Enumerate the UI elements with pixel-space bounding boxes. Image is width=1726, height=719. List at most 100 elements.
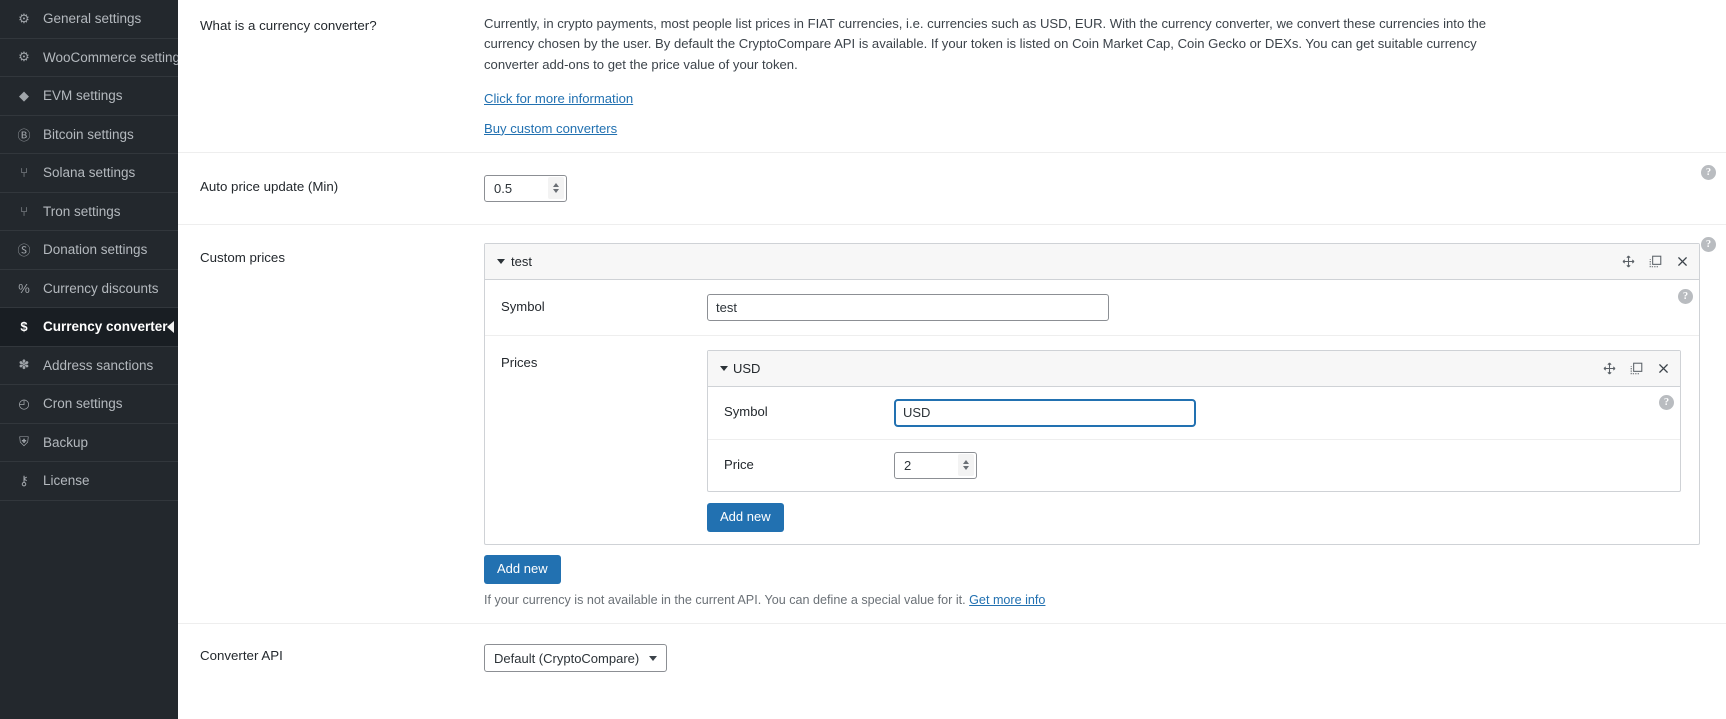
inner-row-price: Price [708, 440, 1680, 491]
converter-api-select[interactable]: Default (CryptoCompare) [484, 644, 667, 672]
inner-row-symbol: ? Symbol [708, 387, 1680, 440]
move-icon[interactable] [1622, 255, 1635, 268]
chevron-down-icon[interactable] [497, 259, 505, 264]
custom-prices-field: test [484, 243, 1726, 608]
inner-add-new-button[interactable]: Add new [707, 503, 784, 532]
row-what-is-currency-converter: What is a currency converter? Currently,… [178, 0, 1726, 152]
intro-label: What is a currency converter? [178, 14, 484, 138]
custom-price-group-test: test [484, 243, 1700, 545]
fingerprint-icon: ✽ [14, 357, 34, 373]
sidebar-item-label: Address sanctions [43, 359, 153, 373]
stepper-down-icon[interactable] [553, 189, 559, 193]
key-icon: ⚷ [14, 473, 34, 489]
click-for-more-information-link[interactable]: Click for more information [484, 91, 633, 106]
prices-label: Prices [485, 350, 707, 370]
sidebar-item-currency-discounts[interactable]: % Currency discounts [0, 270, 178, 309]
close-icon[interactable] [1676, 255, 1689, 268]
price-stepper[interactable] [894, 452, 977, 479]
sidebar-item-donation-settings[interactable]: Ⓢ Donation settings [0, 231, 178, 270]
stepper-up-icon[interactable] [553, 183, 559, 187]
auto-price-update-label: Auto price update (Min) [178, 175, 484, 202]
sidebar-item-label: License [43, 474, 90, 488]
inner-group-header[interactable]: USD [708, 351, 1680, 387]
duplicate-icon[interactable] [1649, 255, 1662, 268]
prices-field: USD [707, 350, 1699, 532]
close-icon[interactable] [1657, 362, 1670, 375]
sidebar-item-bitcoin-settings[interactable]: Ⓑ Bitcoin settings [0, 116, 178, 155]
help-icon[interactable]: ? [1701, 237, 1716, 252]
ethereum-icon: ◆ [14, 88, 34, 104]
intro-paragraph: Currently, in crypto payments, most peop… [484, 14, 1514, 75]
stepper-arrows[interactable] [958, 454, 974, 476]
sidebar-item-label: Solana settings [43, 166, 135, 180]
chevron-down-icon[interactable] [649, 656, 657, 661]
chevron-down-icon[interactable] [720, 366, 728, 371]
row-auto-price-update: ? Auto price update (Min) [178, 152, 1726, 224]
sidebar-item-label: Tron settings [43, 205, 121, 219]
stepper-arrows[interactable] [548, 177, 564, 199]
auto-price-update-input[interactable] [492, 180, 540, 197]
sidebar-item-tron-settings[interactable]: ⑂ Tron settings [0, 193, 178, 232]
sidebar-item-evm-settings[interactable]: ◆ EVM settings [0, 77, 178, 116]
group-row-symbol: ? Symbol [485, 280, 1699, 336]
sidebar-item-label: Currency discounts [43, 282, 159, 296]
sidebar-item-cron-settings[interactable]: ◴ Cron settings [0, 385, 178, 424]
sidebar-item-backup[interactable]: ⛨ Backup [0, 424, 178, 463]
sidebar-item-label: Bitcoin settings [43, 128, 134, 142]
help-icon[interactable]: ? [1701, 165, 1716, 180]
stepper-down-icon[interactable] [963, 466, 969, 470]
donation-icon: Ⓢ [14, 240, 34, 259]
symbol-label: Symbol [485, 294, 707, 314]
help-icon[interactable]: ? [1678, 289, 1693, 304]
price-input[interactable] [902, 457, 950, 474]
sidebar-item-label: Cron settings [43, 397, 123, 411]
inner-group-toolbar [1603, 351, 1670, 386]
sidebar-item-woocommerce-settings[interactable]: ⚙ WooCommerce settings [0, 39, 178, 78]
move-icon[interactable] [1603, 362, 1616, 375]
sidebar-nav: ⚙ General settings ⚙ WooCommerce setting… [0, 0, 178, 719]
group-title: test [511, 254, 532, 269]
group-header[interactable]: test [485, 244, 1699, 280]
gear-icon: ⚙ [14, 49, 34, 65]
sidebar-item-label: General settings [43, 12, 141, 26]
converter-api-label: Converter API [178, 644, 484, 672]
custom-prices-hint: If your currency is not available in the… [484, 593, 1700, 607]
group-row-prices: Prices USD [485, 336, 1699, 544]
bitcoin-icon: Ⓑ [14, 125, 34, 144]
shield-icon: ⛨ [14, 434, 34, 450]
group-toolbar [1622, 244, 1689, 279]
sidebar-item-license[interactable]: ⚷ License [0, 462, 178, 501]
inner-symbol-field [894, 399, 1680, 427]
row-converter-api: Converter API Default (CryptoCompare) [178, 623, 1726, 692]
duplicate-icon[interactable] [1630, 362, 1643, 375]
sidebar-item-label: Backup [43, 436, 88, 450]
hint-text: If your currency is not available in the… [484, 593, 969, 607]
sidebar-item-label: Donation settings [43, 243, 147, 257]
auto-price-update-stepper[interactable] [484, 175, 567, 202]
price-group-usd: USD [707, 350, 1681, 492]
inner-symbol-input[interactable] [894, 399, 1196, 427]
active-indicator-arrow [167, 321, 174, 333]
sidebar-item-currency-converter[interactable]: $ Currency converter [0, 308, 178, 347]
percent-icon: % [14, 281, 34, 296]
sidebar-item-address-sanctions[interactable]: ✽ Address sanctions [0, 347, 178, 386]
inner-price-field [894, 452, 1680, 479]
sidebar-item-general-settings[interactable]: ⚙ General settings [0, 0, 178, 39]
symbol-input[interactable] [707, 294, 1109, 321]
help-icon[interactable]: ? [1659, 395, 1674, 410]
inner-symbol-label: Symbol [708, 399, 894, 419]
sidebar-item-label: Currency converter [43, 320, 168, 334]
sidebar-item-solana-settings[interactable]: ⑂ Solana settings [0, 154, 178, 193]
get-more-info-link[interactable]: Get more info [969, 593, 1045, 607]
clock-icon: ◴ [14, 396, 34, 412]
sidebar-item-label: WooCommerce settings [43, 51, 178, 65]
dollar-icon: $ [14, 319, 34, 334]
settings-content: What is a currency converter? Currently,… [178, 0, 1726, 719]
admin-settings-page: ⚙ General settings ⚙ WooCommerce setting… [0, 0, 1726, 719]
intro-field: Currently, in crypto payments, most peop… [484, 14, 1726, 138]
buy-custom-converters-link[interactable]: Buy custom converters [484, 121, 617, 136]
tron-icon: ⑂ [14, 204, 34, 219]
row-custom-prices: ? Custom prices test [178, 224, 1726, 624]
stepper-up-icon[interactable] [963, 460, 969, 464]
add-new-button[interactable]: Add new [484, 555, 561, 584]
